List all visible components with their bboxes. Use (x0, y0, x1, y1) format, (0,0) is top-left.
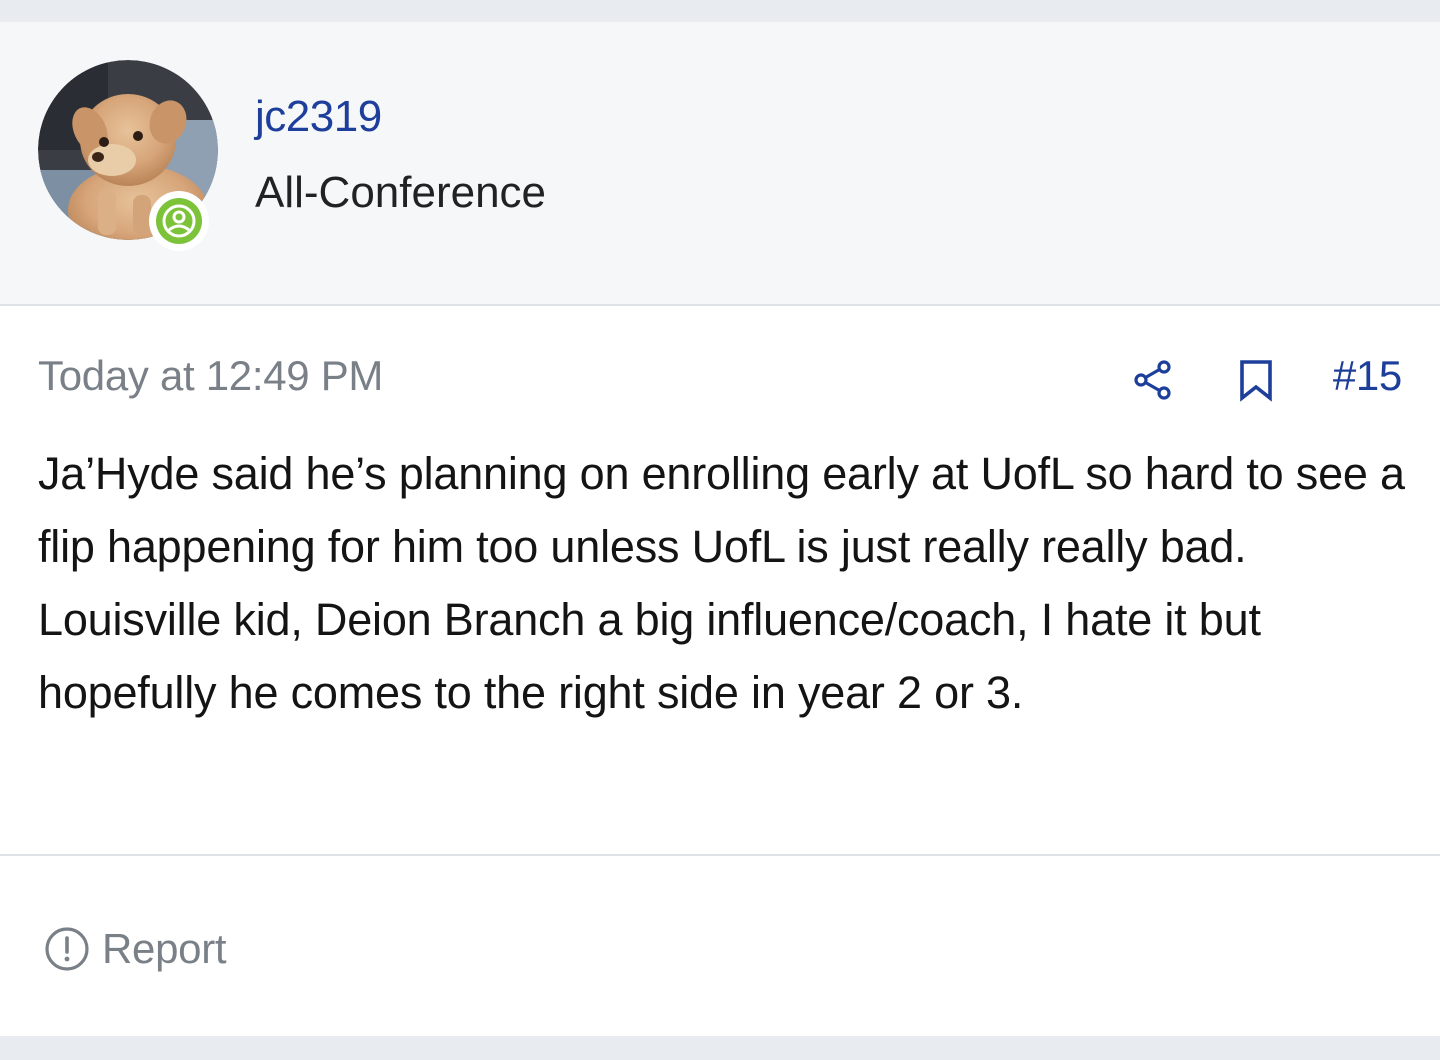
author-avatar-wrap[interactable] (38, 60, 218, 251)
post-timestamp[interactable]: Today at 12:49 PM (38, 352, 383, 400)
bookmark-button[interactable] (1234, 358, 1278, 402)
online-user-icon (156, 198, 202, 244)
online-status-badge (149, 191, 209, 251)
share-icon (1134, 360, 1171, 400)
post-message-body: Ja’Hyde said he’s planning on enrolling … (38, 448, 1405, 718)
author-username[interactable]: jc2319 (255, 92, 382, 142)
alert-circle-icon (45, 927, 89, 971)
author-user-title: All-Conference (255, 168, 547, 217)
report-button[interactable]: Report (44, 924, 227, 974)
report-label: Report (102, 925, 227, 972)
post-footer-divider (0, 854, 1440, 856)
forum-post: jc2319 All-Conference Today at 12:49 PM … (0, 22, 1440, 1036)
post-author-block: jc2319 All-Conference (0, 22, 1440, 306)
bookmark-icon (1240, 360, 1272, 402)
share-button[interactable] (1131, 358, 1175, 402)
post-number-link[interactable]: #15 (1333, 352, 1402, 400)
post-meta-row: Today at 12:49 PM #15 (0, 352, 1440, 412)
